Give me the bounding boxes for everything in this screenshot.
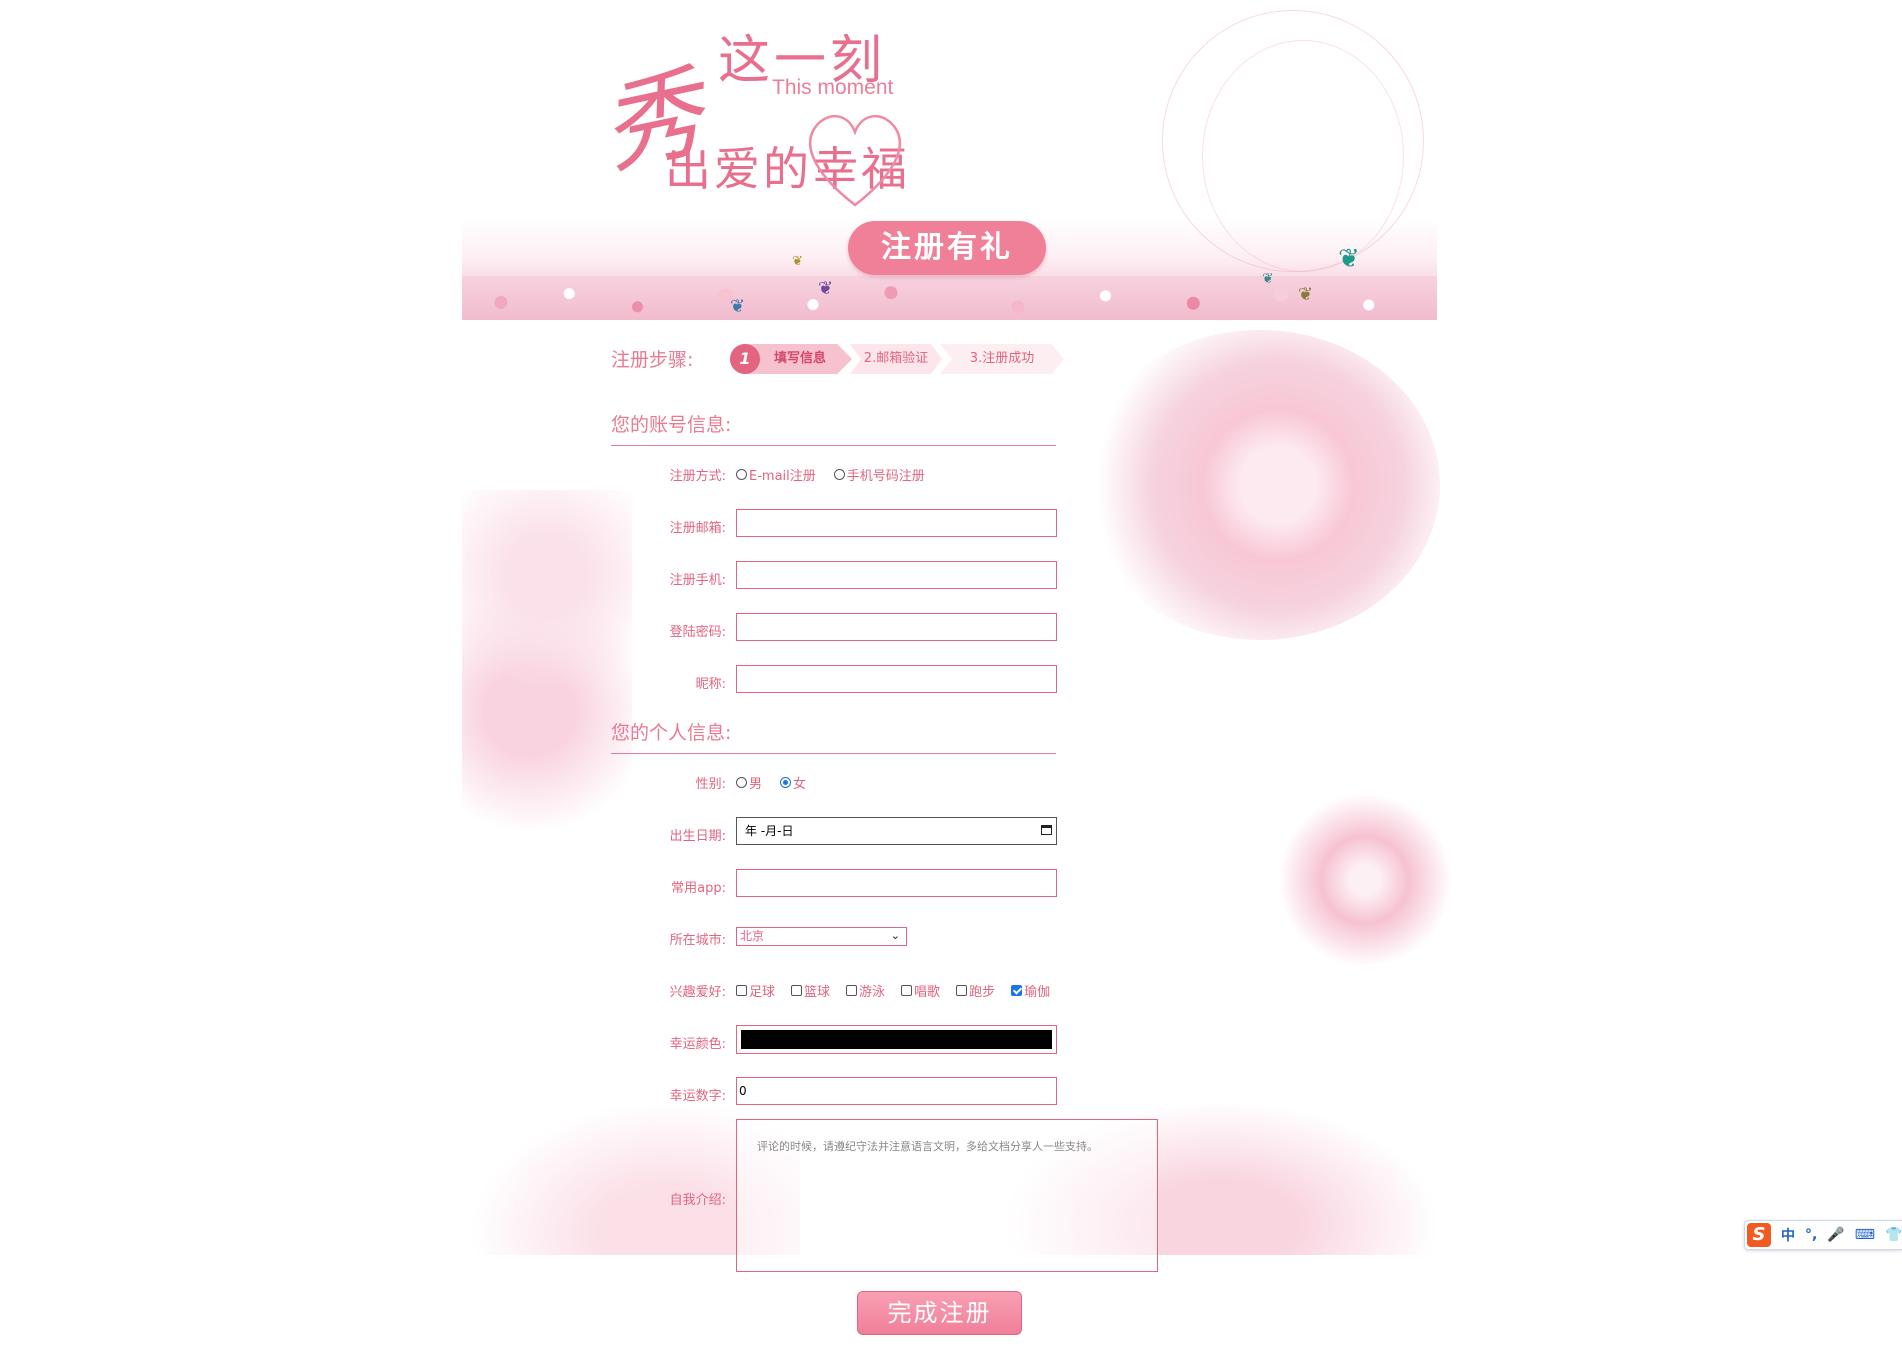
microphone-icon[interactable]: 🎤 [1827,1227,1844,1243]
app-label: 常用app: [671,881,726,896]
hobby-singing-option[interactable]: 唱歌 [901,981,940,1000]
reg-method-radio-group: E-mail注册 手机号码注册 [736,465,943,484]
nickname-label: 昵称: [695,677,726,692]
heart-icon [809,114,901,207]
intro-textarea[interactable]: 评论的时候，请遵纪守法并注意语言文明，多给文档分享人一些支持。 [736,1119,1158,1272]
step-number: 1 [730,344,760,374]
radio-label: 男 [749,777,763,792]
nickname-field[interactable] [736,665,1057,693]
skin-icon[interactable]: 👕 [1885,1227,1902,1243]
email-label: 注册邮箱: [669,521,726,536]
reg-method-email-option[interactable]: E-mail注册 [736,465,816,484]
ime-chinese-toggle[interactable]: 中 [1781,1225,1795,1245]
decorative-flower [462,490,632,830]
radio-label: 女 [793,777,807,792]
decorative-flower [1080,330,1440,640]
ime-toolbar: S 中 °, 🎤 ⌨ 👕 [1744,1220,1902,1250]
checkbox[interactable] [1011,985,1023,996]
hobby-football-option[interactable]: 足球 [736,981,775,1000]
email-field[interactable] [736,509,1057,537]
banner-title-moment-en: This moment [772,76,894,99]
number-label: 幸运数字: [669,1089,726,1104]
radio-button[interactable] [780,777,792,788]
reg-method-phone-option[interactable]: 手机号码注册 [833,465,925,484]
reg-method-label: 注册方式: [669,469,726,484]
submit-button[interactable]: 完成注册 [857,1291,1022,1335]
hobby-label: 兴趣爱好: [669,985,726,1000]
checkbox[interactable] [846,985,858,996]
ime-punctuation-icon[interactable]: °, [1805,1227,1817,1243]
password-field[interactable] [736,613,1057,641]
step-email-verify: 2.邮箱验证 [850,344,942,374]
checkbox-label: 跑步 [969,985,996,1000]
banner-swirl [1202,40,1404,272]
gender-radio-group: 男 女 [736,773,824,792]
hobby-checkbox-group: 足球 篮球 游泳 唱歌 跑步 瑜伽 [736,981,1068,1000]
butterfly-icon: ❦ [792,254,803,269]
radio-label: E-mail注册 [749,469,816,484]
hobby-running-option[interactable]: 跑步 [956,981,995,1000]
color-swatch [741,1030,1052,1049]
butterfly-icon: ❦ [1262,271,1274,287]
city-label: 所在城市: [669,933,726,948]
radio-label: 手机号码注册 [846,469,925,484]
app-field[interactable] [736,869,1057,897]
checkbox-label: 唱歌 [914,985,941,1000]
lucky-number-field[interactable]: 0 [736,1077,1057,1105]
intro-label: 自我介绍: [669,1193,726,1208]
phone-field[interactable] [736,561,1057,589]
phone-label: 注册手机: [669,573,726,588]
checkbox[interactable] [736,985,747,996]
radio-button[interactable] [833,469,845,480]
calendar-icon[interactable] [1041,825,1052,835]
password-label: 登陆密码: [669,625,726,640]
butterfly-icon: ❦ [1338,244,1360,274]
birthday-field[interactable]: 年 -月-日 [736,817,1057,845]
gender-male-option[interactable]: 男 [736,773,762,792]
checkbox-label: 篮球 [804,985,831,1000]
intro-placeholder: 评论的时候，请遵纪守法并注意语言文明，多给文档分享人一些支持。 [757,1140,1098,1153]
city-selected-value: 北京 [740,929,765,943]
checkbox[interactable] [901,985,913,996]
hobby-basketball-option[interactable]: 篮球 [791,981,830,1000]
checkbox-label: 瑜伽 [1024,985,1051,1000]
birthday-label: 出生日期: [669,829,726,844]
gender-female-option[interactable]: 女 [780,773,806,792]
radio-button[interactable] [736,469,747,480]
checkbox[interactable] [791,985,803,996]
register-gift-badge[interactable]: 注册有礼 [848,221,1046,275]
lucky-color-picker[interactable] [736,1025,1057,1054]
banner-flower-strip [462,276,1437,320]
hobby-yoga-option[interactable]: 瑜伽 [1011,981,1050,1000]
radio-button[interactable] [736,777,747,788]
birthday-placeholder: 年 -月-日 [745,824,794,838]
gender-label: 性别: [695,777,726,792]
chevron-down-icon: ⌄ [890,929,900,942]
decorative-flower [1280,790,1450,970]
butterfly-icon: ❦ [818,278,834,299]
butterfly-icon: ❦ [1298,284,1314,305]
step-register-success: 3.注册成功 [940,344,1064,374]
checkbox-label: 足球 [749,985,776,1000]
checkbox[interactable] [956,985,968,996]
keyboard-icon[interactable]: ⌨ [1855,1227,1875,1243]
checkbox-label: 游泳 [859,985,886,1000]
hobby-swimming-option[interactable]: 游泳 [846,981,885,1000]
city-select[interactable]: 北京 ⌄ [736,927,907,946]
account-section-title: 您的账号信息: [611,410,1056,446]
sogou-logo-icon[interactable]: S [1747,1223,1771,1247]
butterfly-icon: ❦ [730,296,746,317]
personal-section-title: 您的个人信息: [611,718,1056,754]
steps-label: 注册步骤: [611,349,694,371]
color-label: 幸运颜色: [669,1037,726,1052]
